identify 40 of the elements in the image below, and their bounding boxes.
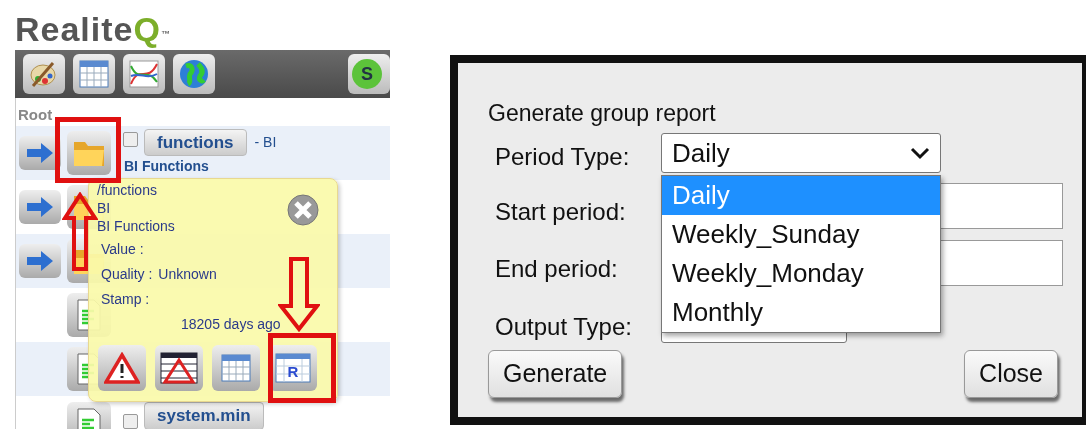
close-button[interactable]: Close bbox=[964, 350, 1058, 398]
node-description: BI Functions bbox=[124, 157, 210, 177]
close-icon[interactable] bbox=[286, 194, 320, 226]
node-group: BI bbox=[97, 199, 111, 217]
dropdown[interactable]: Daily bbox=[661, 133, 941, 173]
highlight-frame bbox=[268, 333, 336, 403]
field-label: End period: bbox=[495, 254, 618, 284]
field-label: Value : bbox=[101, 240, 144, 259]
dropdown-option[interactable]: Monthly bbox=[662, 293, 940, 332]
globe-icon[interactable] bbox=[173, 54, 215, 94]
field-label: Start period: bbox=[495, 197, 626, 227]
node-suffix: - BI bbox=[254, 133, 277, 152]
warning-icon[interactable] bbox=[98, 345, 146, 391]
palette-icon[interactable] bbox=[23, 54, 65, 94]
field-label: Quality : bbox=[101, 265, 153, 284]
node-description: BI Functions bbox=[97, 217, 175, 235]
chart-icon[interactable] bbox=[123, 54, 165, 94]
field-label: Output Type: bbox=[495, 312, 632, 342]
generate-button[interactable]: Generate bbox=[488, 350, 623, 398]
checkbox[interactable] bbox=[123, 414, 138, 429]
field-label: Period Type: bbox=[495, 142, 630, 172]
tree-row[interactable]: functions - BI BI Functions bbox=[15, 126, 390, 180]
table-warning-icon[interactable] bbox=[155, 345, 203, 391]
toolbar-button[interactable]: S bbox=[348, 54, 390, 94]
node-path: /functions bbox=[97, 181, 157, 199]
logo: RealiteQ$^{™}$ bbox=[15, 9, 172, 50]
dialog-title: Generate group report bbox=[488, 99, 716, 128]
node-name[interactable]: system.min bbox=[144, 402, 264, 429]
field-label: Stamp : bbox=[101, 290, 150, 309]
chevron-icon bbox=[910, 146, 930, 160]
dropdown-option[interactable]: Weekly_Monday bbox=[662, 254, 940, 293]
dropdown-option[interactable]: Weekly_Sunday bbox=[662, 215, 940, 254]
timestamp-age: 18205 days ago bbox=[180, 315, 282, 334]
highlight-frame bbox=[55, 117, 121, 183]
table-icon[interactable] bbox=[212, 345, 260, 391]
breadcrumb-item[interactable]: Root bbox=[18, 106, 53, 123]
checkbox[interactable] bbox=[123, 132, 138, 147]
table-icon[interactable] bbox=[73, 54, 115, 94]
field-value: Unknown bbox=[158, 265, 217, 284]
node-name[interactable]: functions bbox=[144, 128, 247, 157]
